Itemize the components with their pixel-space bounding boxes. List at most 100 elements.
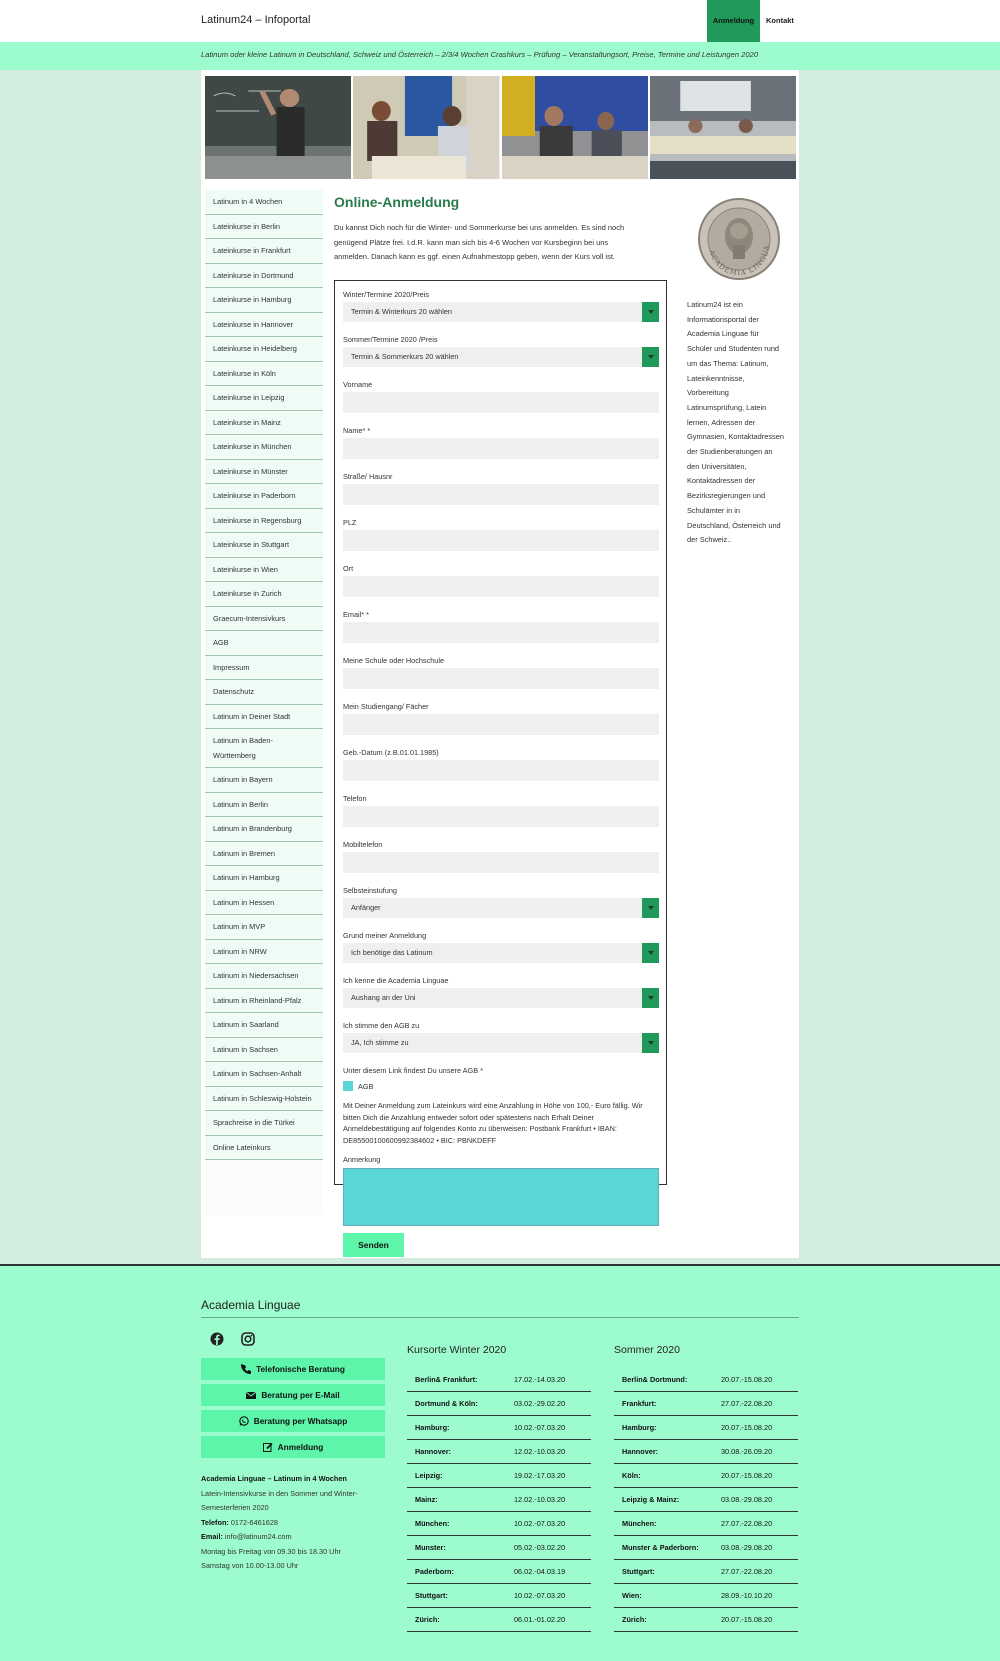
sidebar-item[interactable]: Lateinkurse in Heidelberg [205, 337, 323, 362]
site-title[interactable]: Latinum24 – Infoportal [201, 14, 310, 26]
sidebar-item[interactable]: Latinum in MVP [205, 915, 323, 940]
sidebar-item[interactable]: Latinum in Bayern [205, 768, 323, 793]
sidebar-item[interactable]: Latinum in Saarland [205, 1013, 323, 1038]
schedule-dates: 20.07.-15.08.20 [721, 1423, 773, 1432]
sidebar-item[interactable]: Latinum in Sachsen-Anhalt [205, 1062, 323, 1087]
kenne-select[interactable]: Aushang an der Uni [343, 988, 659, 1008]
strasse-input[interactable] [343, 484, 659, 505]
selbst-select[interactable]: Anfänger [343, 898, 659, 918]
agb-checkbox[interactable] [343, 1081, 353, 1091]
grund-select[interactable]: Ich benötige das Latinum [343, 943, 659, 963]
sidebar-item[interactable]: Lateinkurse in München [205, 435, 323, 460]
sidebar-item[interactable]: Lateinkurse in Zurich [205, 582, 323, 607]
schedule-city: Zürich: [622, 1615, 647, 1624]
geb-input[interactable] [343, 760, 659, 781]
sidebar-item[interactable]: Impressum [205, 655, 323, 680]
sidebar-item[interactable]: Lateinkurse in Köln [205, 361, 323, 386]
mobil-input[interactable] [343, 852, 659, 873]
top-bar: Latinum24 – Infoportal Anmeldung Kontakt [0, 0, 1000, 42]
sidebar-item[interactable]: Latinum in Niedersachsen [205, 964, 323, 989]
main-content: Online-Anmeldung Du kannst Dich noch für… [334, 190, 667, 1257]
schedule-dates: 05.02.-03.02.20 [514, 1543, 566, 1552]
anmerkung-textarea[interactable] [343, 1168, 659, 1226]
schedule-city: Berlin& Dortmund: [622, 1375, 688, 1384]
sidebar-item[interactable]: Latinum in Rheinland-Pfalz [205, 988, 323, 1013]
plz-input[interactable] [343, 530, 659, 551]
schedule-city: Frankfurt: [622, 1399, 657, 1408]
ort-label: Ort [343, 564, 354, 573]
sidebar-item[interactable]: Lateinkurse in Leipzig [205, 386, 323, 411]
email-consult-button[interactable]: Beratung per E-Mail [201, 1384, 385, 1406]
schedule-city: Hamburg: [622, 1423, 657, 1432]
sidebar-item[interactable]: Graecum-Intensivkurs [205, 606, 323, 631]
schedule-dates: 03.02.-29.02.20 [514, 1399, 566, 1408]
anmeldung-button[interactable]: Anmeldung [201, 1436, 385, 1458]
sidebar-item[interactable]: Latinum in 4 Wochen [205, 190, 323, 215]
sidebar-item[interactable]: Lateinkurse in Stuttgart [205, 533, 323, 558]
selbst-select-value: Anfänger [351, 903, 381, 912]
sidebar-item[interactable]: Latinum in Baden-Württemberg [205, 729, 323, 768]
contact-info: Academia Linguae – Latinum in 4 Wochen L… [201, 1472, 385, 1574]
winter-select[interactable]: Termin & Winterkurs 20 wählen [343, 302, 659, 322]
sidebar-item[interactable]: Latinum in Schleswig-Holstein [205, 1086, 323, 1111]
sidebar-item[interactable]: Lateinkurse in Dortmund [205, 263, 323, 288]
sidebar-item[interactable]: Latinum in Deiner Stadt [205, 704, 323, 729]
tagline-bar: Latinum oder kleine Latinum in Deutschla… [0, 42, 1000, 70]
sidebar-item[interactable]: Latinum in Berlin [205, 792, 323, 817]
schedule-row: Mainz: 12.02.-10.03.20 [407, 1488, 591, 1512]
ort-input[interactable] [343, 576, 659, 597]
sidebar-item[interactable]: Latinum in Brandenburg [205, 817, 323, 842]
sidebar-item[interactable]: Lateinkurse in Wien [205, 557, 323, 582]
schedule-dates: 27.07.-22.08.20 [721, 1519, 773, 1528]
telefon-input[interactable] [343, 806, 659, 827]
sidebar-item[interactable]: Lateinkurse in Regensburg [205, 508, 323, 533]
sidebar-item[interactable]: Sprachreise in die Türkei [205, 1111, 323, 1136]
phone-consult-button[interactable]: Telefonische Beratung [201, 1358, 385, 1380]
sidebar-item[interactable]: Lateinkurse in Frankfurt [205, 239, 323, 264]
studiengang-input[interactable] [343, 714, 659, 735]
schedule-city: Köln: [622, 1471, 641, 1480]
submit-button[interactable]: Senden [343, 1233, 404, 1257]
anmerkung-label: Anmerkung [343, 1155, 381, 1164]
vorname-label: Vorname [343, 380, 373, 389]
sidebar-item[interactable]: AGB [205, 631, 323, 656]
sidebar-item[interactable]: Lateinkurse in Mainz [205, 410, 323, 435]
email-input[interactable] [343, 622, 659, 643]
vorname-input[interactable] [343, 392, 659, 413]
instagram-icon[interactable] [241, 1332, 255, 1346]
whatsapp-consult-button[interactable]: Beratung per Whatsapp [201, 1410, 385, 1432]
schedule-dates: 10.02.-07.03.20 [514, 1591, 566, 1600]
sidebar-item[interactable]: Lateinkurse in Berlin [205, 214, 323, 239]
nav-anmeldung[interactable]: Anmeldung [707, 0, 760, 42]
banner-photo-seminar [649, 76, 796, 179]
sidebar-item[interactable]: Latinum in Hessen [205, 890, 323, 915]
sidebar-item[interactable]: Lateinkurse in Hamburg [205, 288, 323, 313]
winter-schedule: Kursorte Winter 2020 Berlin& Frankfurt: 1… [407, 1344, 591, 1632]
schedule-city: Zürich: [415, 1615, 440, 1624]
schedule-row: Zürich: 20.07.-15.08.20 [614, 1608, 798, 1632]
plz-label: PLZ [343, 518, 357, 527]
agb-link[interactable]: AGB [358, 1082, 373, 1091]
summer-select[interactable]: Termin & Sommerkurs 20 wählen [343, 347, 659, 367]
winter-schedule-title: Kursorte Winter 2020 [407, 1344, 507, 1356]
sidebar-item[interactable]: Lateinkurse in Münster [205, 459, 323, 484]
sidebar-item[interactable]: Lateinkurse in Paderborn [205, 484, 323, 509]
schule-input[interactable] [343, 668, 659, 689]
email-address[interactable]: info@latinum24.com [223, 1532, 292, 1541]
sidebar-item[interactable]: Online Lateinkurs [205, 1135, 323, 1160]
sidebar-item[interactable]: Latinum in Bremen [205, 841, 323, 866]
agb-select[interactable]: JA, Ich stimme zu [343, 1033, 659, 1053]
schedule-row: Munster & Paderborn: 03.08.-29.08.20 [614, 1536, 798, 1560]
schedule-dates: 20.07.-15.08.20 [721, 1471, 773, 1480]
sidebar-item[interactable]: Datenschutz [205, 680, 323, 705]
sidebar-item[interactable]: Latinum in NRW [205, 939, 323, 964]
edit-icon [262, 1442, 273, 1452]
nav-kontakt[interactable]: Kontakt [760, 0, 799, 42]
sidebar-item[interactable]: Latinum in Hamburg [205, 866, 323, 891]
strasse-label: Straße/ Hausnr [343, 472, 393, 481]
sidebar-item[interactable]: Lateinkurse in Hannover [205, 312, 323, 337]
name-input[interactable] [343, 438, 659, 459]
facebook-icon[interactable] [210, 1332, 224, 1346]
phone-number[interactable]: 0172-6461628 [229, 1518, 278, 1527]
sidebar-item[interactable]: Latinum in Sachsen [205, 1037, 323, 1062]
